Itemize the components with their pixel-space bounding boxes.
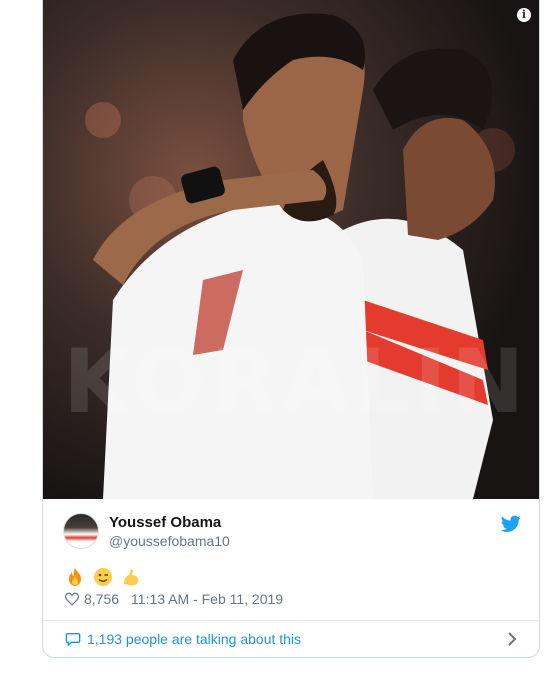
twitter-bird-icon[interactable] bbox=[501, 515, 521, 533]
fire-icon bbox=[69, 568, 81, 586]
author-handle[interactable]: @youssefobama10 bbox=[109, 533, 230, 549]
author-name[interactable]: Youssef Obama bbox=[109, 514, 221, 531]
timestamp[interactable]: 11:13 AM - Feb 11, 2019 bbox=[131, 591, 283, 607]
flexed-biceps-icon bbox=[124, 569, 139, 586]
conversation-text[interactable]: 1,193 people are talking about this bbox=[87, 631, 301, 647]
tweet-text bbox=[65, 564, 143, 589]
tweet-card[interactable]: KORALIN i Youssef Obama @youssefobama10 … bbox=[42, 0, 540, 658]
conversation-link[interactable]: 1,193 people are talking about this bbox=[65, 631, 301, 647]
avatar[interactable] bbox=[63, 513, 99, 549]
divider bbox=[43, 620, 539, 621]
tweet-photo[interactable]: KORALIN i bbox=[43, 0, 539, 499]
chevron-right-icon[interactable] bbox=[507, 632, 517, 646]
like-count[interactable]: 8,756 bbox=[84, 591, 119, 607]
author-row[interactable]: Youssef Obama @youssefobama10 bbox=[43, 513, 539, 569]
tweet-meta: 8,756 11:13 AM - Feb 11, 2019 bbox=[65, 591, 283, 607]
speech-bubble-icon bbox=[65, 633, 81, 647]
winking-face-icon bbox=[94, 568, 113, 586]
heart-icon[interactable] bbox=[65, 592, 79, 606]
photo-watermark: KORALIN bbox=[63, 330, 529, 433]
info-icon[interactable]: i bbox=[517, 8, 531, 22]
